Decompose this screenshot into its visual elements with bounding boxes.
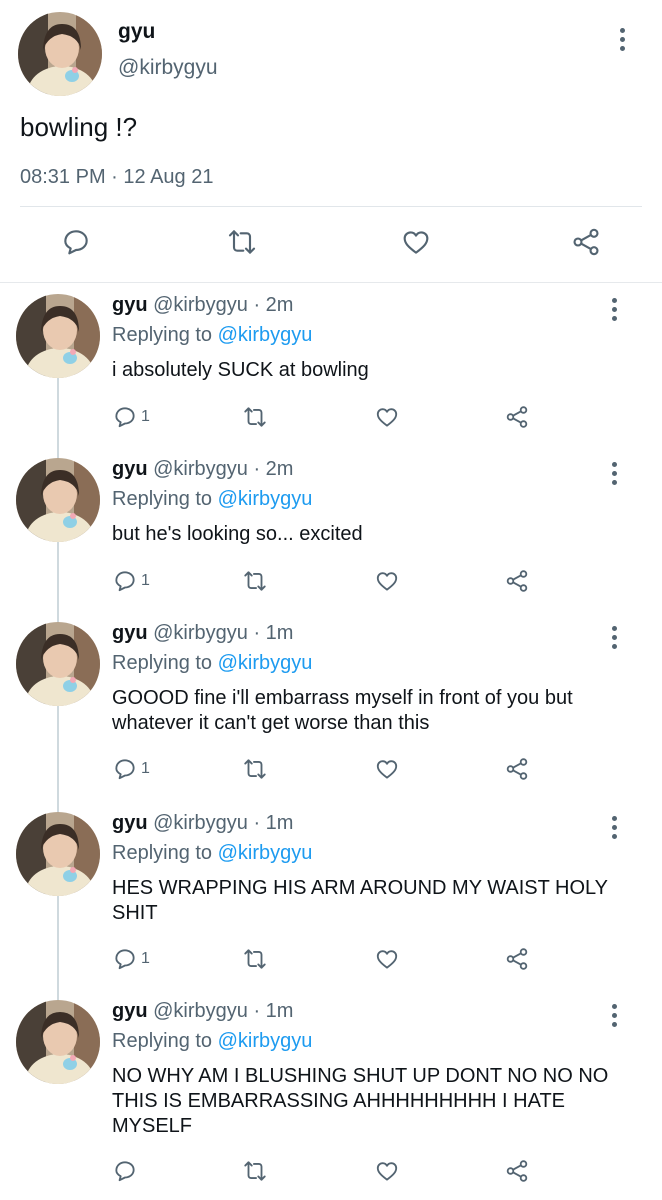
like-icon[interactable] xyxy=(374,754,400,784)
reply-text: i absolutely SUCK at bowling xyxy=(112,359,369,381)
author-handle-time[interactable]: @kirbygyu · 1m xyxy=(153,1000,293,1022)
author-name[interactable]: gyu xyxy=(118,20,155,44)
author-name[interactable]: gyu xyxy=(112,1000,148,1022)
replying-to: Replying to @kirbygyu xyxy=(112,1030,312,1053)
author-handle-time[interactable]: @kirbygyu · 2m xyxy=(153,458,293,480)
like-icon[interactable] xyxy=(374,402,400,432)
tweet-actions xyxy=(0,222,662,270)
reply-button[interactable]: 1 xyxy=(112,566,150,596)
author-handle[interactable]: @kirbygyu xyxy=(118,56,218,80)
retweet-icon[interactable] xyxy=(242,402,268,432)
reply-count: 1 xyxy=(141,408,150,425)
reply-header: gyu @kirbygyu · 1m xyxy=(112,1000,293,1023)
author-handle-time[interactable]: @kirbygyu · 1m xyxy=(153,812,293,834)
retweet-icon[interactable] xyxy=(242,1156,268,1186)
share-icon[interactable] xyxy=(504,1156,530,1186)
replying-label: Replying to xyxy=(112,652,213,674)
reply-tweet[interactable]: gyu @kirbygyu · 1m Replying to @kirbygyu… xyxy=(0,812,662,988)
author-name[interactable]: gyu xyxy=(112,294,148,316)
main-tweet: gyu @kirbygyu bowling !? 08:31 PM · 12 A… xyxy=(0,0,662,282)
share-icon[interactable] xyxy=(504,944,530,974)
reply-actions: 1 xyxy=(112,402,552,432)
reply-tweet[interactable]: gyu @kirbygyu · 1m Replying to @kirbygyu… xyxy=(0,1000,662,1196)
divider xyxy=(20,206,642,207)
author-name[interactable]: gyu xyxy=(112,458,148,480)
reply-icon[interactable] xyxy=(56,222,96,262)
avatar[interactable] xyxy=(16,294,100,378)
reply-header: gyu @kirbygyu · 1m xyxy=(112,622,293,645)
like-icon[interactable] xyxy=(396,222,436,262)
author-handle-time[interactable]: @kirbygyu · 1m xyxy=(153,622,293,644)
avatar[interactable] xyxy=(16,622,100,706)
reply-header: gyu @kirbygyu · 2m xyxy=(112,294,293,317)
reply-button[interactable]: 1 xyxy=(112,944,150,974)
replying-to: Replying to @kirbygyu xyxy=(112,842,312,865)
mention-link[interactable]: @kirbygyu xyxy=(218,324,313,346)
reply-header: gyu @kirbygyu · 1m xyxy=(112,812,293,835)
replying-to: Replying to @kirbygyu xyxy=(112,324,312,347)
reply-icon xyxy=(115,571,135,592)
share-icon[interactable] xyxy=(504,566,530,596)
more-options-icon[interactable] xyxy=(612,462,618,485)
replying-label: Replying to xyxy=(112,488,213,510)
reply-count: 1 xyxy=(141,572,150,589)
reply-text: NO WHY AM I BLUSHING SHUT UP DONT NO NO … xyxy=(112,1065,609,1137)
like-icon[interactable] xyxy=(374,1156,400,1186)
more-options-icon[interactable] xyxy=(612,816,618,839)
replying-to: Replying to @kirbygyu xyxy=(112,488,312,511)
author-name[interactable]: gyu xyxy=(112,812,148,834)
replying-label: Replying to xyxy=(112,324,213,346)
reply-button[interactable]: 1 xyxy=(112,754,150,784)
mention-link[interactable]: @kirbygyu xyxy=(218,842,313,864)
share-icon[interactable] xyxy=(566,222,606,262)
author-handle-time[interactable]: @kirbygyu · 2m xyxy=(153,294,293,316)
reply-header: gyu @kirbygyu · 2m xyxy=(112,458,293,481)
reply-text: GOOOD fine i'll embarrass myself in fron… xyxy=(112,687,573,734)
mention-link[interactable]: @kirbygyu xyxy=(218,488,313,510)
more-options-icon[interactable] xyxy=(612,626,618,649)
reply-button[interactable]: 1 xyxy=(112,402,150,432)
mention-link[interactable]: @kirbygyu xyxy=(218,1030,313,1052)
more-options-icon[interactable] xyxy=(620,28,626,51)
replying-to: Replying to @kirbygyu xyxy=(112,652,312,675)
retweet-icon[interactable] xyxy=(222,222,262,262)
reply-actions: 1 xyxy=(112,944,552,974)
avatar[interactable] xyxy=(16,1000,100,1084)
reply-text: but he's looking so... excited xyxy=(112,523,363,545)
more-options-icon[interactable] xyxy=(612,298,618,321)
like-icon[interactable] xyxy=(374,566,400,596)
separator xyxy=(0,282,662,283)
reply-actions: 1 xyxy=(112,754,552,784)
replying-label: Replying to xyxy=(112,842,213,864)
avatar[interactable] xyxy=(16,458,100,542)
retweet-icon[interactable] xyxy=(242,944,268,974)
retweet-icon[interactable] xyxy=(242,566,268,596)
author-name[interactable]: gyu xyxy=(112,622,148,644)
reply-icon xyxy=(115,949,135,970)
reply-count: 1 xyxy=(141,950,150,967)
share-icon[interactable] xyxy=(504,754,530,784)
reply-tweet[interactable]: gyu @kirbygyu · 2m Replying to @kirbygyu… xyxy=(0,458,662,608)
like-icon[interactable] xyxy=(374,944,400,974)
avatar[interactable] xyxy=(16,812,100,896)
reply-count: 1 xyxy=(141,760,150,777)
replying-label: Replying to xyxy=(112,1030,213,1052)
avatar[interactable] xyxy=(18,12,102,96)
retweet-icon[interactable] xyxy=(242,754,268,784)
mention-link[interactable]: @kirbygyu xyxy=(218,652,313,674)
reply-button[interactable] xyxy=(112,1156,141,1186)
reply-icon xyxy=(115,759,135,780)
tweet-timestamp[interactable]: 08:31 PM · 12 Aug 21 xyxy=(20,166,213,189)
reply-tweet[interactable]: gyu @kirbygyu · 1m Replying to @kirbygyu… xyxy=(0,622,662,798)
reply-tweet[interactable]: gyu @kirbygyu · 2m Replying to @kirbygyu… xyxy=(0,294,662,444)
share-icon[interactable] xyxy=(504,402,530,432)
tweet-text: bowling !? xyxy=(20,112,138,142)
more-options-icon[interactable] xyxy=(612,1004,618,1027)
reply-actions xyxy=(112,1156,552,1186)
reply-actions: 1 xyxy=(112,566,552,596)
reply-icon xyxy=(115,407,135,428)
reply-icon xyxy=(115,1161,135,1182)
reply-text: HES WRAPPING HIS ARM AROUND MY WAIST HOL… xyxy=(112,877,608,924)
